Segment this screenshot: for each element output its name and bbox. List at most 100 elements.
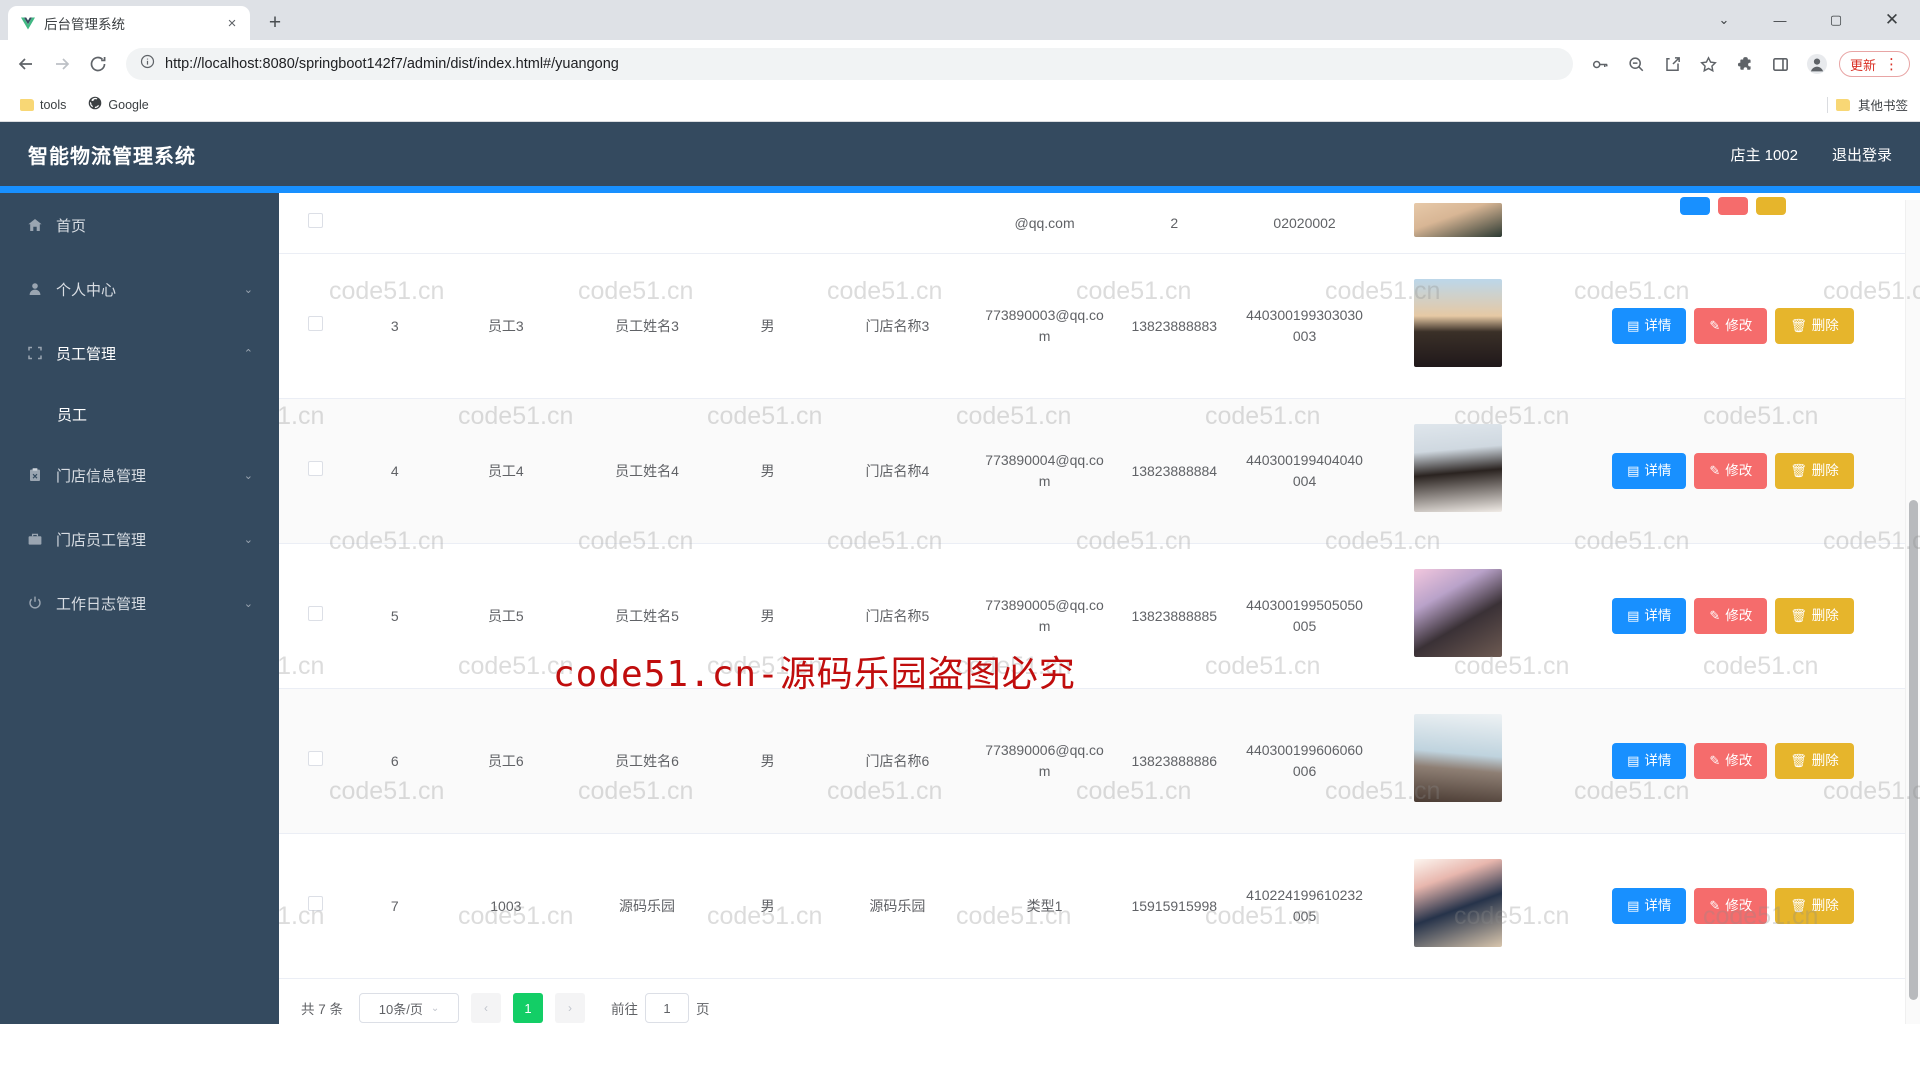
cell-avatar[interactable] bbox=[1369, 688, 1546, 834]
profile-icon[interactable] bbox=[1801, 48, 1833, 80]
delete-button[interactable]: 🗑 删除 bbox=[1775, 453, 1854, 489]
scrollbar-thumb[interactable] bbox=[1909, 500, 1918, 1000]
address-bar[interactable]: http://localhost:8080/springboot142f7/ad… bbox=[126, 48, 1573, 80]
sidebar-item-home[interactable]: 首页 bbox=[0, 193, 279, 257]
cell-phone: 13823888883 bbox=[1109, 253, 1240, 399]
table-row[interactable]: @qq.com 2 02020002 bbox=[279, 193, 1920, 254]
row-checkbox[interactable] bbox=[307, 315, 323, 331]
cell-actions: ▤ 详情 ✎ 修改 🗑 删除 bbox=[1545, 833, 1920, 979]
forward-icon[interactable] bbox=[46, 48, 78, 80]
avatar[interactable] bbox=[1413, 279, 1502, 367]
edit-button[interactable]: ✎ 修改 bbox=[1694, 598, 1768, 634]
avatar[interactable] bbox=[1413, 859, 1502, 947]
chevron-down-icon[interactable]: ⌄ bbox=[1696, 0, 1752, 40]
folder-icon bbox=[1835, 98, 1850, 111]
sidebar-item-employee-management[interactable]: 员工管理 ⌃ bbox=[0, 321, 279, 385]
delete-label: 删除 bbox=[1811, 317, 1839, 333]
zoom-out-icon[interactable] bbox=[1621, 48, 1653, 80]
detail-button[interactable]: ▤ 详情 bbox=[1612, 888, 1687, 924]
browser-menu-icon[interactable]: ⋮ bbox=[1884, 55, 1899, 73]
cell-actions: ▤ 详情 ✎ 修改 🗑 删除 bbox=[1545, 688, 1920, 834]
delete-button[interactable]: 🗑 删除 bbox=[1775, 743, 1854, 779]
detail-button[interactable]: ▤ 详情 bbox=[1612, 743, 1687, 779]
avatar[interactable] bbox=[1413, 203, 1502, 237]
star-icon[interactable] bbox=[1693, 48, 1725, 80]
cell-avatar[interactable] bbox=[1369, 833, 1546, 979]
cell-idcard: 440300199505050005 bbox=[1239, 543, 1370, 689]
sidebar-item-label: 员工管理 bbox=[56, 345, 117, 363]
edit-button[interactable]: ✎ 修改 bbox=[1694, 453, 1768, 489]
avatar[interactable] bbox=[1413, 714, 1502, 802]
row-checkbox[interactable] bbox=[307, 750, 323, 766]
row-checkbox[interactable] bbox=[307, 895, 323, 911]
detail-button[interactable]: ▤ 详情 bbox=[1612, 453, 1687, 489]
cell-avatar[interactable] bbox=[1369, 398, 1546, 544]
row-checkbox[interactable] bbox=[307, 605, 323, 621]
detail-button[interactable]: ▤ 详情 bbox=[1612, 598, 1687, 634]
reload-icon[interactable] bbox=[82, 48, 114, 80]
delete-button[interactable] bbox=[1755, 197, 1786, 215]
side-panel-icon[interactable] bbox=[1765, 48, 1797, 80]
maximize-icon[interactable]: ▢ bbox=[1808, 0, 1864, 40]
detail-button[interactable]: ▤ 详情 bbox=[1612, 308, 1687, 344]
key-icon[interactable] bbox=[1585, 48, 1617, 80]
edit-button[interactable]: ✎ 修改 bbox=[1694, 743, 1768, 779]
other-bookmarks[interactable]: 其他书签 bbox=[1826, 95, 1908, 114]
vertical-scrollbar[interactable] bbox=[1905, 200, 1920, 1024]
page-info-icon[interactable] bbox=[140, 54, 155, 74]
table-row[interactable]: 3 员工3 员工姓名3 男 门店名称3 773890003@qq.com 138… bbox=[279, 253, 1920, 399]
delete-button[interactable]: 🗑 删除 bbox=[1775, 308, 1854, 344]
sidebar-item-store-employee-management[interactable]: 门店员工管理 ⌄ bbox=[0, 507, 279, 571]
bookmark-tools[interactable]: tools bbox=[12, 95, 74, 115]
row-checkbox[interactable] bbox=[307, 212, 323, 228]
row-checkbox[interactable] bbox=[307, 460, 323, 476]
share-icon[interactable] bbox=[1657, 48, 1689, 80]
edit-button[interactable]: ✎ 修改 bbox=[1694, 308, 1768, 344]
sidebar-item-worklog-management[interactable]: 工作日志管理 ⌄ bbox=[0, 571, 279, 635]
prev-page-button[interactable]: ‹ bbox=[471, 993, 502, 1023]
logout-button[interactable]: 退出登录 bbox=[1832, 144, 1892, 165]
page-number-1[interactable]: 1 bbox=[513, 993, 544, 1023]
table-row[interactable]: 4 员工4 员工姓名4 男 门店名称4 773890004@qq.com 138… bbox=[279, 398, 1920, 544]
document-icon: ▤ bbox=[1627, 898, 1640, 914]
cell-avatar[interactable] bbox=[1369, 253, 1546, 399]
new-tab-button[interactable]: + bbox=[258, 6, 292, 40]
sidebar-item-store-info-management[interactable]: 门店信息管理 ⌄ bbox=[0, 443, 279, 507]
row-checkbox-cell[interactable] bbox=[279, 193, 352, 254]
minimize-icon[interactable]: — bbox=[1752, 0, 1808, 40]
edit-button[interactable] bbox=[1717, 197, 1748, 215]
next-page-button[interactable]: › bbox=[555, 993, 586, 1023]
detail-button[interactable] bbox=[1679, 197, 1710, 215]
close-icon[interactable]: × bbox=[222, 13, 242, 33]
sidebar-subitem-employee[interactable]: 员工 bbox=[0, 385, 279, 443]
extensions-icon[interactable] bbox=[1729, 48, 1761, 80]
cell-avatar[interactable] bbox=[1369, 543, 1546, 689]
row-checkbox-cell[interactable] bbox=[279, 833, 352, 979]
avatar[interactable] bbox=[1413, 569, 1502, 657]
row-checkbox-cell[interactable] bbox=[279, 398, 352, 544]
bookmark-google[interactable]: Google bbox=[80, 93, 156, 116]
row-checkbox-cell[interactable] bbox=[279, 253, 352, 399]
table-row[interactable]: 7 1003 源码乐园 男 源码乐园 类型1 15915915998 41022… bbox=[279, 833, 1920, 979]
update-button[interactable]: 更新 ⋮ bbox=[1838, 51, 1910, 77]
cell-email: 773890004@qq.com bbox=[980, 398, 1110, 544]
cell-actions: ▤ 详情 ✎ 修改 🗑 删除 bbox=[1545, 398, 1920, 544]
jump-page-input[interactable]: 1 bbox=[645, 993, 690, 1023]
edit-button[interactable]: ✎ 修改 bbox=[1694, 888, 1768, 924]
row-checkbox-cell[interactable] bbox=[279, 543, 352, 689]
browser-tab[interactable]: 后台管理系统 × bbox=[8, 6, 250, 40]
delete-button[interactable]: 🗑 删除 bbox=[1775, 888, 1854, 924]
cell-avatar[interactable] bbox=[1369, 193, 1546, 254]
back-icon[interactable] bbox=[10, 48, 42, 80]
avatar[interactable] bbox=[1413, 424, 1502, 512]
row-checkbox-cell[interactable] bbox=[279, 688, 352, 834]
cell-idcard: 440300199303030003 bbox=[1239, 253, 1370, 399]
window-close-icon[interactable]: ✕ bbox=[1864, 0, 1920, 40]
sidebar: 首页 个人中心 ⌄ 员工管理 ⌃ 员工 门店信息管理 ⌄ 门店员工管理 ⌄ 工作… bbox=[0, 186, 279, 1024]
table-row[interactable]: 6 员工6 员工姓名6 男 门店名称6 773890006@qq.com 138… bbox=[279, 688, 1920, 834]
table-row[interactable]: 5 员工5 员工姓名5 男 门店名称5 773890005@qq.com 138… bbox=[279, 543, 1920, 689]
delete-button[interactable]: 🗑 删除 bbox=[1775, 598, 1854, 634]
sidebar-item-profile[interactable]: 个人中心 ⌄ bbox=[0, 257, 279, 321]
page-size-select[interactable]: 10条/页 ⌄ bbox=[359, 993, 460, 1023]
sidebar-subitem-label: 员工 bbox=[57, 406, 88, 424]
